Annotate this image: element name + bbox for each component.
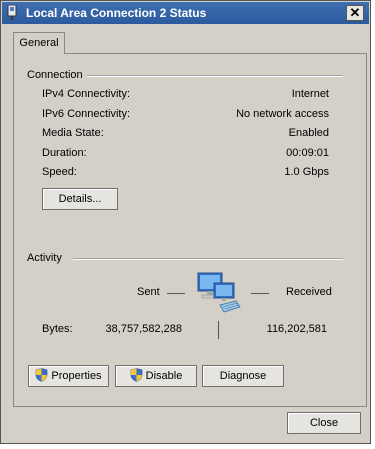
network-computers-icon [197, 272, 241, 313]
speed-value: 1.0 Gbps [284, 166, 329, 178]
properties-button[interactable]: Properties [28, 365, 109, 387]
window-title: Local Area Connection 2 Status [26, 6, 207, 20]
activity-separator [218, 321, 219, 339]
speed-label: Speed: [42, 166, 77, 178]
ipv6-value: No network access [236, 108, 329, 120]
uac-shield-icon [36, 368, 48, 382]
sent-dash [167, 293, 185, 294]
details-button[interactable]: Details... [42, 188, 118, 210]
uac-shield-icon [130, 368, 142, 382]
bytes-received-value: 116,202,581 [266, 323, 327, 335]
bytes-label: Bytes: [42, 323, 73, 335]
received-label: Received [286, 286, 332, 298]
ipv4-label: IPv4 Connectivity: [42, 88, 131, 100]
received-dash [251, 293, 269, 294]
ipv4-value: Internet [291, 88, 329, 100]
duration-value: 00:09:01 [286, 147, 329, 159]
tab-panel [13, 53, 367, 407]
title-bar[interactable]: Local Area Connection 2 Status ✕ [2, 2, 369, 24]
network-adapter-icon [7, 5, 17, 20]
ipv6-label: IPv6 Connectivity: [42, 108, 131, 120]
close-icon[interactable]: ✕ [346, 5, 364, 21]
disable-label: Disable [145, 370, 183, 382]
duration-label: Duration: [42, 147, 87, 159]
connection-divider [87, 75, 343, 77]
activity-divider [73, 258, 343, 260]
diagnose-button[interactable]: Diagnose [202, 365, 284, 387]
status-dialog: Local Area Connection 2 Status ✕ General… [0, 0, 371, 444]
close-button[interactable]: Close [287, 412, 361, 434]
sent-label: Sent [137, 286, 160, 298]
media-state-value: Enabled [288, 127, 329, 139]
tab-general[interactable]: General [13, 32, 65, 54]
media-state-label: Media State: [42, 127, 104, 139]
activity-group-label: Activity [27, 252, 68, 264]
bytes-sent-value: 38,757,582,288 [105, 323, 182, 335]
connection-group-label: Connection [27, 69, 89, 81]
properties-label: Properties [51, 370, 102, 382]
disable-button[interactable]: Disable [115, 365, 197, 387]
